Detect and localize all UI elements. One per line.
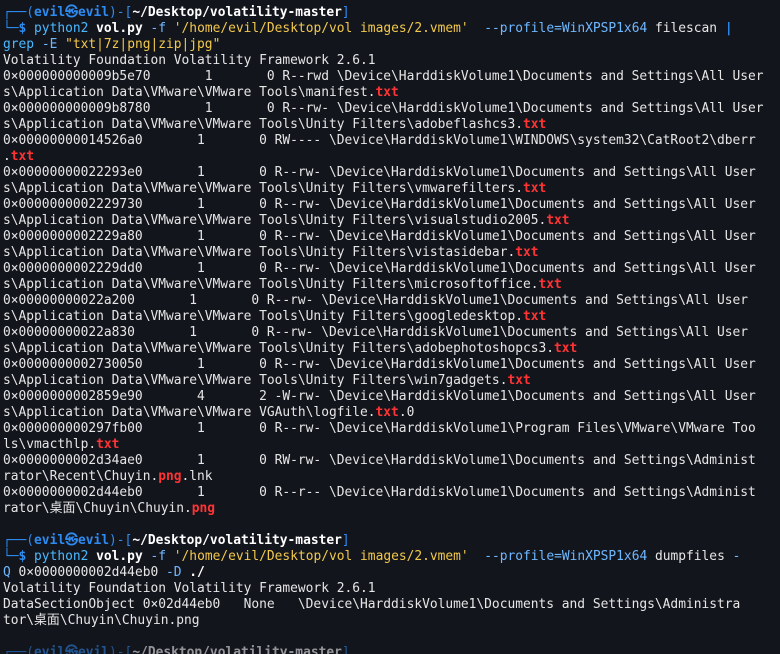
result-row-line2: s\Application Data\VMware\VMware Tools\U… <box>3 341 780 357</box>
terminal-window[interactable]: ┌──(evil㉿evil)-[~/Desktop/volatility-mas… <box>0 0 780 654</box>
result-path: s\Application Data\VMware\VMware Tools\U… <box>3 245 516 260</box>
result-row-line2: s\Application Data\VMware\VMware Tools\U… <box>3 245 780 261</box>
result-row-line1: 0×0000000002d34ae0 1 0 RW-rw- \Device\Ha… <box>3 453 756 468</box>
result-row-line1: 0×0000000002859e90 4 2 -W-rw- \Device\Ha… <box>3 389 756 404</box>
result-path: . <box>3 149 11 164</box>
result-suffix: .lnk <box>181 469 213 484</box>
result-row-line1: 0×00000000014526a0 1 0 RW---- \Device\Ha… <box>3 133 756 148</box>
result-row-line2: rator\桌面\Chuyin\Chuyin.png <box>3 501 780 517</box>
result-row-line2: ls\vmacthlp.txt <box>3 437 780 453</box>
result-row-line1: 0×000000000009b5e70 1 0 R--rwd \Device\H… <box>3 69 764 84</box>
match-highlight: txt <box>96 437 120 452</box>
dump-result-line-2: tor\桌面\Chuyin\Chuyin.png <box>3 613 200 628</box>
match-highlight: txt <box>515 245 539 260</box>
command-line-2: └─$ python2 vol.py -f '/home/evil/Deskto… <box>3 549 741 564</box>
result-path: ls\vmacthlp. <box>3 437 97 452</box>
dump-result-line-1: DataSectionObject 0×02d44eb0 None \Devic… <box>3 597 741 612</box>
prompt-line-2: ┌──(evil㉿evil)-[~/Desktop/volatility-mas… <box>3 533 350 548</box>
prompt-line-1: ┌──(evil㉿evil)-[~/Desktop/volatility-mas… <box>3 5 350 20</box>
result-row-line1: 0×000000000009b8780 1 0 R--rw- \Device\H… <box>3 101 764 116</box>
prompt-line-3-partial: ┌──(evil㉿evil)-[~/Desktop/volatility-mas… <box>3 645 350 654</box>
result-path: s\Application Data\VMware\VMware Tools\U… <box>3 373 508 388</box>
result-row-line2: s\Application Data\VMware\VMware Tools\U… <box>3 277 780 293</box>
match-highlight: txt <box>546 213 570 228</box>
result-row-line1: 0×00000000022293e0 1 0 R--rw- \Device\Ha… <box>3 165 756 180</box>
result-row-line2: s\Application Data\VMware\VMware Tools\U… <box>3 373 780 389</box>
match-highlight: png <box>158 469 182 484</box>
result-row-line2: s\Application Data\VMware\VMware Tools\U… <box>3 117 780 133</box>
match-highlight: txt <box>538 277 562 292</box>
match-highlight: txt <box>522 181 547 196</box>
result-path: s\Application Data\VMware\VMware Tools\U… <box>3 117 523 132</box>
banner-1: Volatility Foundation Volatility Framewo… <box>3 53 376 68</box>
match-highlight: txt <box>507 373 531 388</box>
match-highlight: txt <box>375 405 399 420</box>
match-highlight: txt <box>554 341 578 356</box>
result-row-line1: 0×00000000022a830 1 0 R--rw- \Device\Har… <box>3 325 749 340</box>
result-row-line2: rator\Recent\Chuyin.png.lnk <box>3 469 780 485</box>
result-row-line1: 0×0000000002730050 1 0 R--rw- \Device\Ha… <box>3 357 756 372</box>
match-highlight: txt <box>375 85 399 100</box>
result-path: s\Application Data\VMware\VMware Tools\m… <box>3 85 376 100</box>
result-path: rator\Recent\Chuyin. <box>3 469 159 484</box>
match-highlight: txt <box>522 309 547 324</box>
command-line-1: └─$ python2 vol.py -f '/home/evil/Deskto… <box>3 21 733 36</box>
match-highlight: txt <box>10 149 35 164</box>
banner-2: Volatility Foundation Volatility Framewo… <box>3 581 376 596</box>
result-row-line2: s\Application Data\VMware\VMware Tools\U… <box>3 181 780 197</box>
result-path: rator\桌面\Chuyin\Chuyin. <box>3 501 192 516</box>
result-path: s\Application Data\VMware\VMware Tools\U… <box>3 341 555 356</box>
match-highlight: txt <box>522 117 547 132</box>
command-line-2-cont: Q 0×0000000002d44eb0 -D ./ <box>3 565 205 580</box>
result-row-line1: 0×0000000002229a80 1 0 R--rw- \Device\Ha… <box>3 229 756 244</box>
result-row-line2: .txt <box>3 149 780 165</box>
result-row-line1: 0×0000000002d44eb0 1 0 R--r-- \Device\Ha… <box>3 485 756 500</box>
result-path: s\Application Data\VMware\VMware VGAuth\… <box>3 405 376 420</box>
result-row-line2: s\Application Data\VMware\VMware Tools\U… <box>3 213 780 229</box>
result-suffix: .0 <box>398 405 415 420</box>
result-path: s\Application Data\VMware\VMware Tools\U… <box>3 309 523 324</box>
result-row-line2: s\Application Data\VMware\VMware Tools\U… <box>3 309 780 325</box>
result-row-line1: 0×0000000002229730 1 0 R--rw- \Device\Ha… <box>3 197 756 212</box>
result-row-line1: 0×00000000022a200 1 0 R--rw- \Device\Har… <box>3 293 749 308</box>
command-line-1-cont: grep -E "txt|7z|png|zip|jpg" <box>3 37 221 52</box>
result-path: s\Application Data\VMware\VMware Tools\U… <box>3 181 523 196</box>
result-row-line2: s\Application Data\VMware\VMware VGAuth\… <box>3 405 780 421</box>
result-row-line1: 0×0000000002229dd0 1 0 R--rw- \Device\Ha… <box>3 261 756 276</box>
match-highlight: png <box>191 501 216 516</box>
result-row-line2: s\Application Data\VMware\VMware Tools\m… <box>3 85 780 101</box>
result-path: s\Application Data\VMware\VMware Tools\U… <box>3 213 547 228</box>
filescan-results: 0×000000000009b5e70 1 0 R--rwd \Device\H… <box>3 69 780 517</box>
result-path: s\Application Data\VMware\VMware Tools\U… <box>3 277 539 292</box>
result-row-line1: 0×000000000297fb00 1 0 R--rw- \Device\Ha… <box>3 421 756 436</box>
